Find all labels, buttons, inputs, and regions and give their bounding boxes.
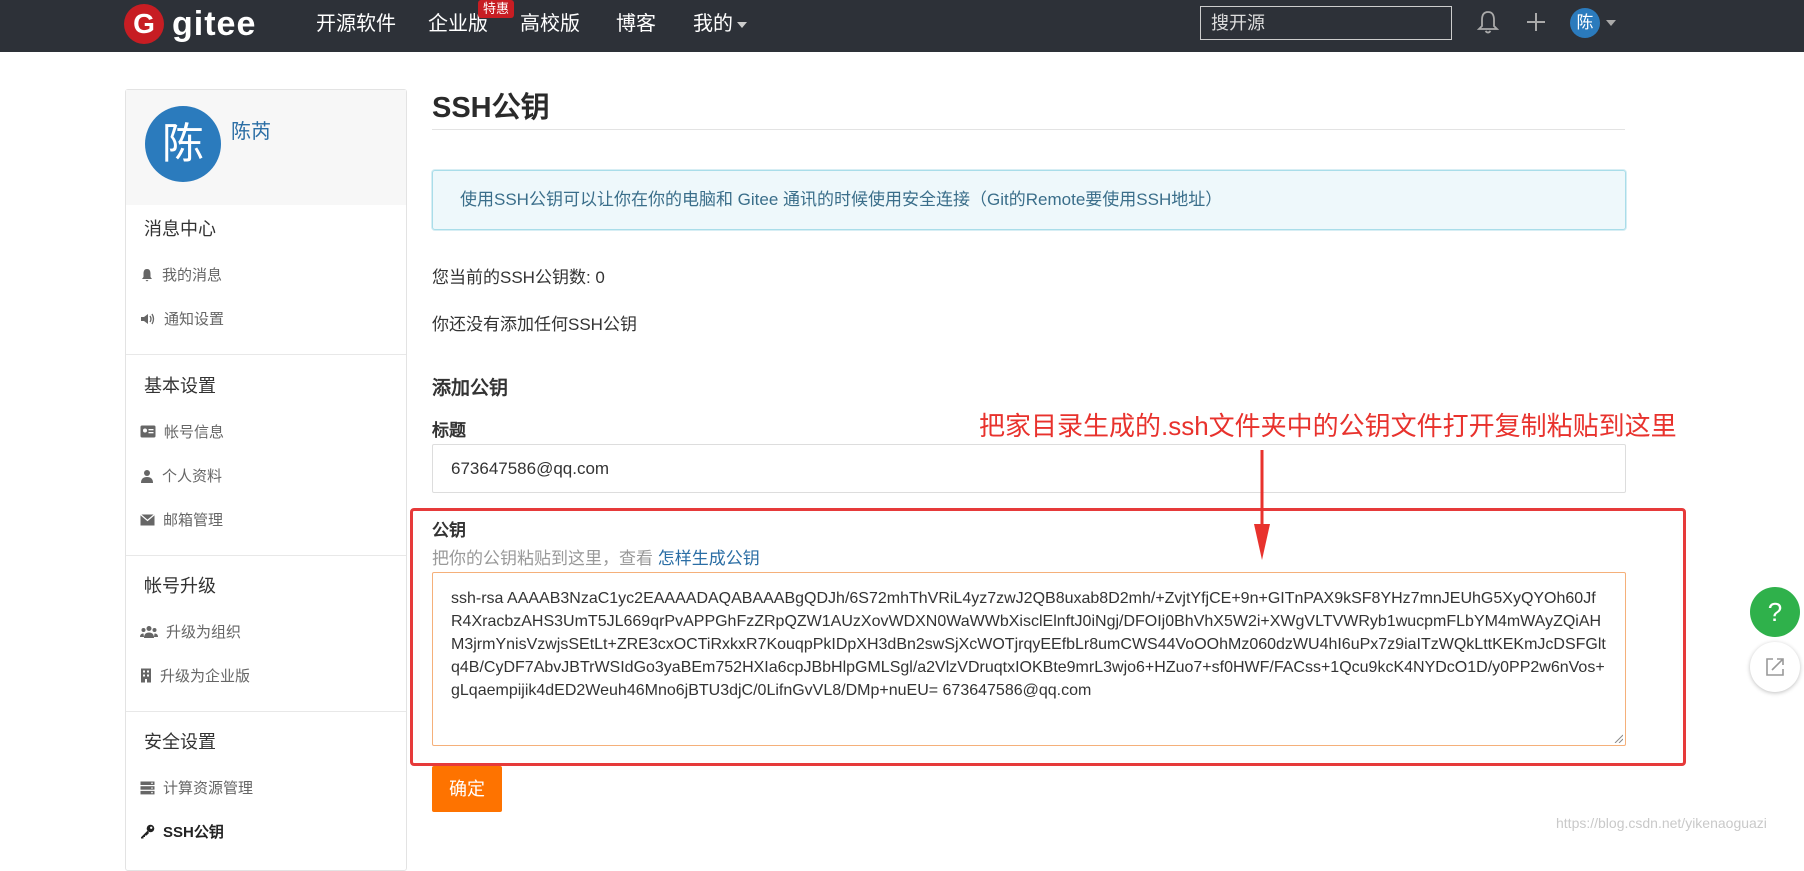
settings-sidebar: 陈 陈芮 消息中心 我的消息 通知设置 基本设置 帐号信息 个人资料 邮箱管理 … [125, 89, 407, 871]
user-name[interactable]: 陈芮 [231, 115, 271, 144]
sidebar-group-title: 消息中心 [144, 219, 216, 239]
feedback-button[interactable] [1750, 642, 1800, 692]
building-icon [141, 668, 151, 683]
search-input[interactable]: 搜开源 [1200, 6, 1452, 40]
nav-open-source[interactable]: 开源软件 [316, 10, 396, 38]
sidebar-item-label: 计算资源管理 [163, 780, 254, 797]
title-label: 标题 [432, 421, 466, 440]
sidebar-group-title: 安全设置 [144, 732, 216, 752]
top-navbar: G gitee 开源软件 企业版 特惠 高校版 博客 我的 搜开源 陈 [0, 0, 1804, 52]
gitee-logo-text: gitee [172, 4, 257, 43]
chevron-down-icon[interactable] [1606, 20, 1616, 26]
confirm-button[interactable]: 确定 [432, 766, 502, 812]
sidebar-divider [126, 555, 406, 556]
sidebar-item-email[interactable]: 邮箱管理 [140, 509, 223, 530]
sidebar-item-label: 升级为组织 [166, 624, 242, 641]
sidebar-group-title: 基本设置 [144, 376, 216, 396]
sidebar-item-upgrade-enterprise[interactable]: 升级为企业版 [140, 665, 250, 686]
annotation-highlight-box [410, 508, 1686, 766]
nav-blog[interactable]: 博客 [616, 10, 656, 38]
sidebar-divider [126, 711, 406, 712]
sidebar-item-label: 升级为企业版 [160, 668, 251, 685]
server-icon [140, 781, 155, 794]
key-icon [141, 824, 155, 839]
sidebar-group-title: 帐号升级 [144, 576, 216, 596]
watermark: https://blog.csdn.net/yikenaoguazi [1556, 815, 1767, 831]
bell-icon[interactable] [1476, 9, 1500, 35]
gitee-logo[interactable]: G gitee [124, 2, 256, 46]
chevron-down-icon [737, 21, 747, 28]
title-divider [432, 129, 1625, 130]
sidebar-item-upgrade-org[interactable]: 升级为组织 [140, 621, 241, 642]
annotation-text: 把家目录生成的.ssh文件夹中的公钥文件打开复制粘贴到这里 [979, 411, 1677, 441]
help-button[interactable]: ? [1750, 587, 1800, 637]
envelope-icon [140, 513, 155, 525]
sidebar-item-my-messages[interactable]: 我的消息 [140, 264, 222, 285]
ssh-key-empty-text: 你还没有添加任何SSH公钥 [432, 315, 637, 334]
user-icon [141, 469, 153, 483]
nav-enterprise-badge: 特惠 [478, 0, 515, 18]
sidebar-item-account-info[interactable]: 帐号信息 [140, 421, 224, 442]
ssh-key-count: 您当前的SSH公钥数: 0 [432, 268, 605, 287]
sidebar-item-ssh-keys[interactable]: SSH公钥 [140, 821, 224, 842]
key-title-input[interactable]: 673647586@qq.com [432, 444, 1626, 493]
info-alert: 使用SSH公钥可以让你在你的电脑和 Gitee 通讯的时候使用安全连接（Git的… [432, 170, 1626, 230]
speaker-icon [141, 313, 155, 324]
nav-university[interactable]: 高校版 [520, 10, 580, 38]
sidebar-item-label: 通知设置 [164, 311, 225, 328]
sidebar-item-notify-settings[interactable]: 通知设置 [140, 308, 224, 329]
add-key-heading: 添加公钥 [432, 378, 509, 399]
nav-mine-label: 我的 [693, 13, 733, 35]
sidebar-item-label: 我的消息 [162, 267, 223, 284]
id-card-icon [140, 425, 156, 438]
bell-icon [142, 268, 152, 281]
group-icon [140, 626, 158, 638]
sidebar-profile: 陈 陈芮 [126, 90, 406, 205]
sidebar-divider [126, 354, 406, 355]
sidebar-item-compute-resources[interactable]: 计算资源管理 [140, 777, 253, 798]
sidebar-item-label: 个人资料 [162, 468, 223, 485]
nav-mine[interactable]: 我的 [693, 10, 747, 38]
sidebar-item-label: 邮箱管理 [163, 512, 224, 529]
sidebar-item-label: 帐号信息 [164, 424, 225, 441]
user-avatar-small[interactable]: 陈 [1570, 8, 1600, 38]
external-link-icon [1766, 658, 1784, 676]
avatar[interactable]: 陈 [145, 106, 221, 182]
gitee-logo-mark: G [124, 4, 164, 44]
sidebar-item-profile[interactable]: 个人资料 [140, 465, 222, 486]
plus-icon[interactable] [1524, 9, 1548, 35]
annotation-arrow-icon [1254, 450, 1270, 560]
sidebar-item-label: SSH公钥 [163, 824, 224, 841]
page-title: SSH公钥 [432, 92, 550, 124]
